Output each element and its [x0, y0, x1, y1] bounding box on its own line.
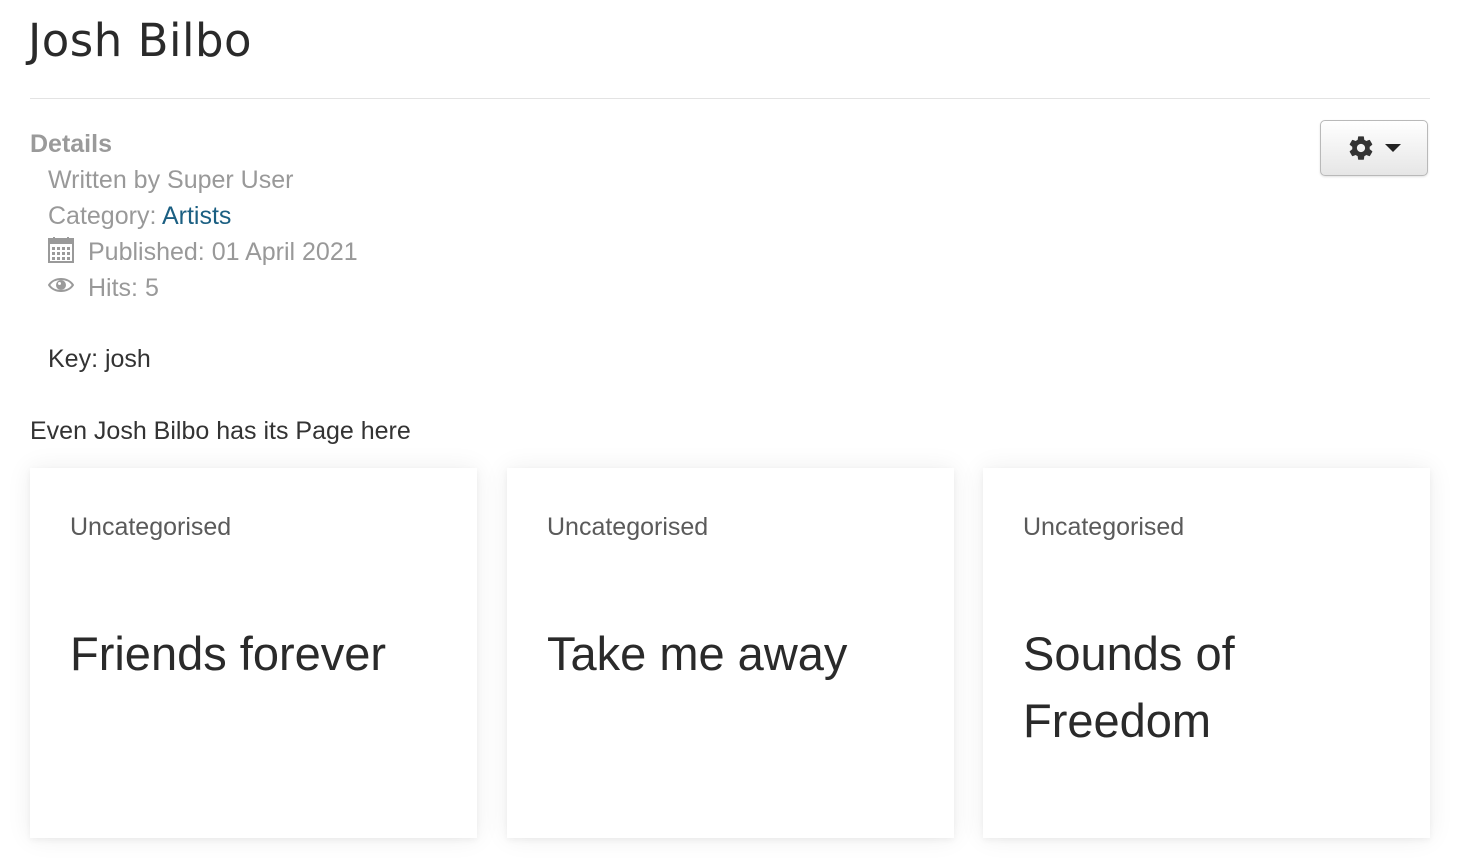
- card-category: Uncategorised: [70, 513, 232, 541]
- published-text: Published: 01 April 2021: [88, 238, 358, 266]
- card-title[interactable]: Sounds of Freedom: [1023, 620, 1390, 754]
- gear-icon: [1347, 134, 1375, 162]
- article-actions-button[interactable]: [1320, 120, 1428, 176]
- card-category: Uncategorised: [547, 513, 709, 541]
- caret-down-icon: [1385, 143, 1401, 153]
- card-title[interactable]: Friends forever: [70, 620, 437, 687]
- hits-text: Hits: 5: [88, 274, 159, 302]
- title-divider: [30, 98, 1430, 99]
- hits-line: Hits: 5: [47, 273, 159, 303]
- author-line: Written by Super User: [48, 166, 294, 194]
- related-article-card[interactable]: Uncategorised Take me away: [507, 468, 954, 838]
- category-prefix: Category:: [48, 202, 162, 230]
- article-page: Josh Bilbo Details Written by Super User…: [0, 0, 1460, 862]
- key-line: Key: josh: [48, 345, 151, 373]
- related-article-card[interactable]: Uncategorised Friends forever: [30, 468, 477, 838]
- card-category: Uncategorised: [1023, 513, 1185, 541]
- related-article-card[interactable]: Uncategorised Sounds of Freedom: [983, 468, 1430, 838]
- category-link[interactable]: Artists: [162, 202, 231, 230]
- calendar-icon: [48, 237, 74, 263]
- details-label: Details: [30, 130, 112, 158]
- intro-text: Even Josh Bilbo has its Page here: [30, 417, 411, 445]
- card-title[interactable]: Take me away: [547, 620, 914, 687]
- page-title: Josh Bilbo: [28, 14, 253, 67]
- published-line: Published: 01 April 2021: [48, 237, 358, 267]
- eye-icon: [47, 273, 75, 299]
- category-line: Category: Artists: [48, 201, 231, 231]
